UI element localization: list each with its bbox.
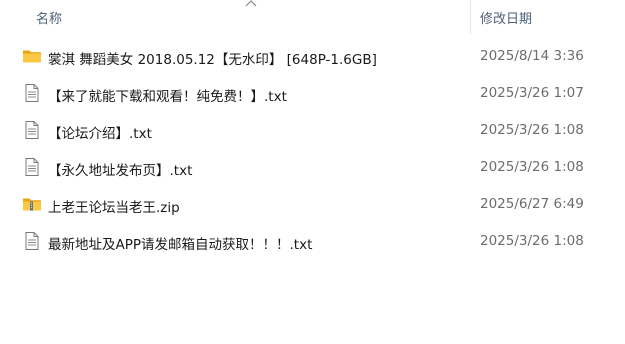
file-row[interactable]: 最新地址及APP请发邮箱自动获取！！！.txt 2025/3/26 1:08 xyxy=(0,223,625,260)
text-file-icon xyxy=(25,158,39,176)
file-list: 裳淇 舞蹈美女 2018.05.12【无水印】 [648P-1.6GB] 202… xyxy=(0,38,625,260)
file-date-modified: 2025/3/26 1:08 xyxy=(480,159,584,175)
file-name: 【来了就能下载和观看！纯免费！】.txt xyxy=(48,89,287,105)
text-file-icon xyxy=(25,121,39,139)
folder-icon xyxy=(23,50,41,63)
file-name: 上老王论坛当老王.zip xyxy=(48,200,180,216)
file-date-modified: 2025/3/26 1:08 xyxy=(480,122,584,138)
file-row[interactable]: 【永久地址发布页】.txt 2025/3/26 1:08 xyxy=(0,149,625,186)
column-divider[interactable] xyxy=(470,0,471,34)
text-file-icon xyxy=(25,84,39,102)
file-name: 最新地址及APP请发邮箱自动获取！！！.txt xyxy=(48,237,313,253)
file-row[interactable]: 【来了就能下载和观看！纯免费！】.txt 2025/3/26 1:07 xyxy=(0,75,625,112)
zip-folder-icon xyxy=(23,198,41,211)
sort-ascending-icon xyxy=(245,0,257,7)
column-header-name[interactable]: 名称 xyxy=(36,8,62,27)
file-date-modified: 2025/3/26 1:08 xyxy=(480,233,584,249)
column-header-bar: 名称 修改日期 xyxy=(0,0,625,34)
file-name: 【永久地址发布页】.txt xyxy=(48,163,193,179)
file-row[interactable]: 【论坛介绍】.txt 2025/3/26 1:08 xyxy=(0,112,625,149)
file-row[interactable]: 上老王论坛当老王.zip 2025/6/27 6:49 xyxy=(0,186,625,223)
file-date-modified: 2025/3/26 1:07 xyxy=(480,85,584,101)
file-row[interactable]: 裳淇 舞蹈美女 2018.05.12【无水印】 [648P-1.6GB] 202… xyxy=(0,38,625,75)
text-file-icon xyxy=(25,232,39,250)
file-date-modified: 2025/8/14 3:36 xyxy=(480,48,584,64)
file-date-modified: 2025/6/27 6:49 xyxy=(480,196,584,212)
file-name: 【论坛介绍】.txt xyxy=(48,126,152,142)
column-header-date-modified[interactable]: 修改日期 xyxy=(480,8,532,27)
file-name: 裳淇 舞蹈美女 2018.05.12【无水印】 [648P-1.6GB] xyxy=(48,52,377,68)
